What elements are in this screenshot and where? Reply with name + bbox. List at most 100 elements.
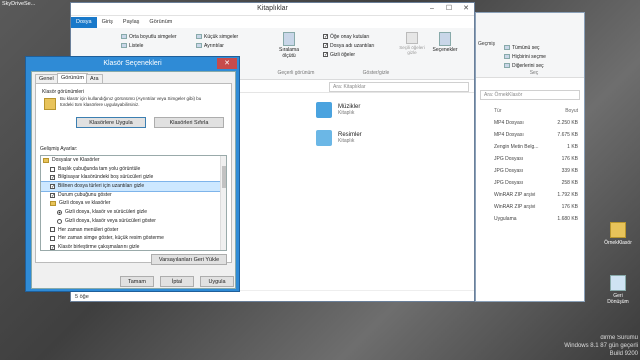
library-item-pictures[interactable]: Resimler Kitaplık xyxy=(316,130,362,146)
music-library-icon xyxy=(316,102,332,118)
checkbox-icon[interactable]: ✓ xyxy=(50,244,55,250)
file-extensions-toggle[interactable]: ✓ Dosya adı uzantıları xyxy=(323,41,398,50)
bg-file-row[interactable]: JPG Dosyası 176 KB xyxy=(476,153,584,165)
small-icons-option[interactable]: Küçük simgeler xyxy=(196,32,261,41)
radio-icon[interactable] xyxy=(57,218,62,224)
view-tab-panel: Klasör görünümleri Bu klasör için kullan… xyxy=(35,83,232,265)
file-type: MP4 Dosyası xyxy=(494,132,524,138)
bg-search-input[interactable]: Ara: ÖrnekKlasör xyxy=(480,90,580,100)
pictures-library-icon xyxy=(316,130,332,146)
details-option[interactable]: Ayrıntılar xyxy=(196,41,261,50)
options-button[interactable]: Seçenekler xyxy=(429,32,461,53)
tab-home[interactable]: Giriş xyxy=(97,17,118,28)
reset-folders-button[interactable]: Klasörleri Sıfırla xyxy=(154,117,224,128)
tab-view[interactable]: Görünüm xyxy=(144,17,177,28)
folder-icon xyxy=(43,157,49,163)
file-size: 1.680 KB xyxy=(557,216,578,222)
radio-icon[interactable] xyxy=(57,209,62,215)
tab-view[interactable]: Görünüm xyxy=(57,73,88,83)
close-button[interactable]: ✕ xyxy=(458,3,474,15)
advanced-setting-item[interactable]: Başlık çubuğunda tam yolu görüntüle xyxy=(41,165,226,174)
ok-button[interactable]: Tamam xyxy=(120,276,154,287)
file-size: 176 KB xyxy=(561,156,578,162)
checkbox-icon[interactable] xyxy=(50,227,55,233)
search-input[interactable]: Ara: Kitaplıklar xyxy=(329,82,469,92)
desktop-icon-recycle-bin[interactable]: Geri Dönüşüm xyxy=(603,275,633,305)
cancel-button[interactable]: İptal xyxy=(160,276,194,287)
library-item-music[interactable]: Müzikler Kitaplık xyxy=(316,102,360,118)
advanced-setting-item[interactable]: ✓ Durum çubuğunu göster xyxy=(41,191,226,200)
checkbox-icon[interactable]: ✓ xyxy=(50,175,55,181)
apply-button[interactable]: Uygula xyxy=(200,276,234,287)
hide-selected-icon xyxy=(406,32,418,44)
show-hide-label: Göster/gizle xyxy=(362,70,390,76)
hidden-items-toggle[interactable]: ✓ Gizli öğeler xyxy=(323,50,398,59)
sort-by-button[interactable]: Sıralama ölçütü xyxy=(276,32,302,59)
select-group: Tümünü seç Hiçbirini seçme Diğerlerini s… xyxy=(504,43,584,70)
bg-file-row[interactable]: WinRAR ZIP arşivi 1.792 KB xyxy=(476,189,584,201)
file-size: 7.675 KB xyxy=(557,132,578,138)
advanced-setting-item[interactable]: Her zaman simge göster, küçük resim göst… xyxy=(41,234,226,243)
advanced-setting-item[interactable]: Gizli dosya ve klasörler xyxy=(41,199,226,208)
setting-label: Başlık çubuğunda tam yolu görüntüle xyxy=(58,165,141,172)
item-checkboxes-toggle[interactable]: ✓ Öğe onay kutuları xyxy=(323,32,398,41)
advanced-setting-item[interactable]: ✓ Bilgisayar klasöründeki boş sürücüleri … xyxy=(41,173,226,182)
checkbox-icon[interactable] xyxy=(50,236,55,242)
advanced-setting-item[interactable]: ✓ Bilinen dosya türleri için uzantıları g… xyxy=(41,181,226,192)
background-explorer-window[interactable]: Geçmiş Tümünü seç Hiçbirini seçme Diğerl… xyxy=(475,12,585,302)
history-label: Geçmiş xyxy=(478,41,495,47)
maximize-button[interactable]: ☐ xyxy=(441,3,457,15)
col-size[interactable]: Boyut xyxy=(565,105,578,117)
scrollbar-thumb[interactable] xyxy=(222,166,226,188)
advanced-settings-list[interactable]: Dosyalar ve Klasörler Başlık çubuğunda ta… xyxy=(40,155,227,251)
minimize-button[interactable]: – xyxy=(424,3,440,15)
invert-selection-icon xyxy=(504,63,510,68)
bg-file-row[interactable]: WinRAR ZIP arşivi 176 KB xyxy=(476,201,584,213)
apply-to-folders-button[interactable]: Klasörlere Uygula xyxy=(76,117,146,128)
bg-file-row[interactable]: JPG Dosyası 339 KB xyxy=(476,165,584,177)
folder-options-dialog[interactable]: Klasör Seçenekleri ✕ Genel Görünüm Ara K… xyxy=(25,56,240,292)
checkbox-icon[interactable] xyxy=(50,166,55,172)
advanced-setting-item[interactable]: ✓ Klasör birleştirme çakışmalarını gizle xyxy=(41,243,226,250)
restore-defaults-button[interactable]: Varsayılanları Geri Yükle xyxy=(151,254,227,265)
dialog-close-button[interactable]: ✕ xyxy=(217,58,237,69)
invert-selection-button[interactable]: Diğerlerini seç xyxy=(504,61,584,70)
file-size: 176 KB xyxy=(561,204,578,210)
advanced-setting-item[interactable]: Gizli dosya, klasör ve sürücüleri gizle xyxy=(41,208,226,217)
checkbox-icon: ✓ xyxy=(323,52,329,58)
tab-search[interactable]: Ara xyxy=(86,74,103,83)
bg-file-row[interactable]: MP4 Dosyası 7.675 KB xyxy=(476,129,584,141)
dialog-title: Klasör Seçenekleri xyxy=(103,60,162,67)
col-type[interactable]: Tür xyxy=(494,105,502,117)
bg-file-row[interactable]: JPG Dosyası 258 KB xyxy=(476,177,584,189)
select-all-button[interactable]: Tümünü seç xyxy=(504,43,584,52)
sort-icon xyxy=(283,32,295,46)
checkbox-icon[interactable]: ✓ xyxy=(50,192,55,198)
hide-selected-button[interactable]: Seçili öğeleri gizle xyxy=(396,32,428,55)
recycle-bin-icon xyxy=(610,275,626,291)
file-size: 1.792 KB xyxy=(557,192,578,198)
advanced-setting-item[interactable]: Gizli dosya, klasör veya sürücüleri göst… xyxy=(41,217,226,226)
advanced-list-scrollbar[interactable] xyxy=(220,156,226,250)
show-hide-group: ✓ Öğe onay kutuları ✓ Dosya adı uzantıları… xyxy=(323,32,398,59)
tab-file[interactable]: Dosya xyxy=(71,17,97,28)
bg-file-row[interactable]: Zengin Metin Belg... 1 KB xyxy=(476,141,584,153)
bg-file-row[interactable]: Uygulama 1.680 KB xyxy=(476,213,584,225)
tab-share[interactable]: Paylaş xyxy=(118,17,145,28)
setting-label: Klasör birleştirme çakışmalarını gizle xyxy=(58,243,140,250)
bg-list-header: Tür Boyut xyxy=(476,105,584,117)
file-size: 2.250 KB xyxy=(557,120,578,126)
small-icons-icon xyxy=(196,34,202,39)
desktop-icon-folder[interactable]: ÖrnekKlasör xyxy=(603,222,633,246)
tab-general[interactable]: Genel xyxy=(35,74,58,83)
list-icon xyxy=(121,43,127,48)
folder-views-description: Bu klasör için kullandığınız görünümü (A… xyxy=(60,96,202,107)
file-type: JPG Dosyası xyxy=(494,168,524,174)
bg-file-list: Tür Boyut MP4 Dosyası 2.250 KB MP4 Dosyası 7… xyxy=(476,105,584,225)
title-bar[interactable]: Kitaplıklar – ☐ ✕ xyxy=(71,3,474,16)
advanced-setting-item[interactable]: Her zaman menüleri göster xyxy=(41,226,226,235)
bg-file-row[interactable]: MP4 Dosyası 2.250 KB xyxy=(476,117,584,129)
checkbox-icon[interactable]: ✓ xyxy=(50,183,55,189)
select-none-button[interactable]: Hiçbirini seçme xyxy=(504,52,584,61)
advanced-setting-item[interactable]: Dosyalar ve Klasörler xyxy=(41,156,226,165)
